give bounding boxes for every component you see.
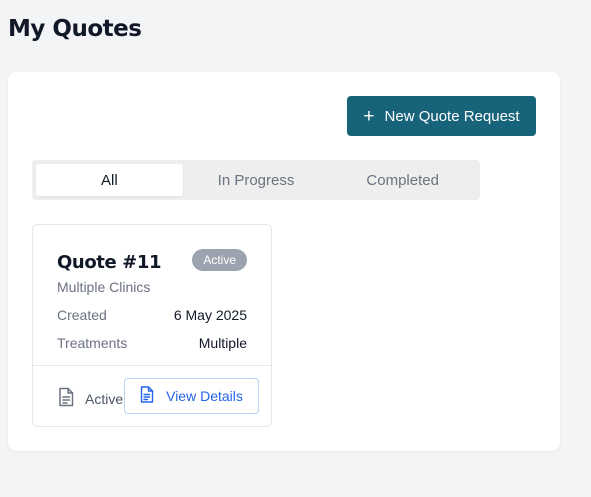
- view-details-label: View Details: [166, 388, 243, 404]
- tab-all[interactable]: All: [36, 164, 183, 196]
- new-quote-request-button[interactable]: + New Quote Request: [347, 96, 536, 136]
- document-icon: [57, 387, 75, 410]
- card-divider: [33, 365, 271, 366]
- quote-card: Quote #11 Active Multiple Clinics Create…: [32, 224, 272, 427]
- document-icon: [140, 386, 154, 406]
- quote-clinic: Multiple Clinics: [57, 279, 151, 295]
- view-details-button[interactable]: View Details: [124, 378, 259, 414]
- footer-status-text: Active: [85, 390, 124, 407]
- treatments-label: Treatments: [57, 335, 128, 351]
- status-badge: Active: [192, 249, 247, 271]
- created-row: Created 6 May 2025: [57, 307, 247, 323]
- created-label: Created: [57, 307, 107, 323]
- created-value: 6 May 2025: [173, 307, 247, 323]
- footer-status: Active: [57, 387, 123, 410]
- quote-filter-tabs: All In Progress Completed: [32, 160, 480, 200]
- plus-icon: +: [363, 105, 375, 127]
- tab-completed[interactable]: Completed: [329, 164, 476, 196]
- new-quote-request-label: New Quote Request: [384, 107, 520, 125]
- tab-in-progress[interactable]: In Progress: [183, 164, 330, 196]
- treatments-value: Multiple: [198, 335, 247, 351]
- quote-title: Quote #11: [57, 252, 162, 273]
- quotes-panel: + New Quote Request All In Progress Comp…: [8, 72, 560, 451]
- treatments-row: Treatments Multiple: [57, 335, 247, 351]
- page-title: My Quotes: [8, 16, 142, 42]
